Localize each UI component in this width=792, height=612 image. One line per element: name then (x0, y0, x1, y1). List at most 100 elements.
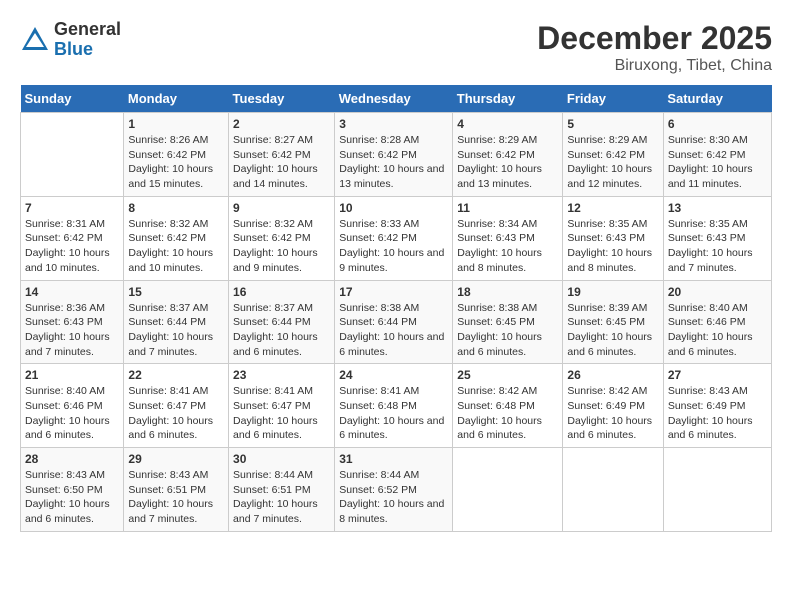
day-info: Sunrise: 8:41 AMSunset: 6:48 PMDaylight:… (339, 384, 448, 443)
day-number: 27 (668, 368, 767, 382)
calendar-cell: 29 Sunrise: 8:43 AMSunset: 6:51 PMDayligh… (124, 448, 229, 532)
calendar-cell: 17 Sunrise: 8:38 AMSunset: 6:44 PMDayligh… (335, 280, 453, 364)
calendar-week-row: 14 Sunrise: 8:36 AMSunset: 6:43 PMDayligh… (21, 280, 772, 364)
day-number: 25 (457, 368, 558, 382)
header-wednesday: Wednesday (335, 85, 453, 113)
calendar-cell (21, 113, 124, 197)
day-number: 22 (128, 368, 224, 382)
day-number: 30 (233, 452, 330, 466)
logo-general: General (54, 20, 121, 40)
day-number: 7 (25, 201, 119, 215)
day-info: Sunrise: 8:37 AMSunset: 6:44 PMDaylight:… (128, 301, 224, 360)
day-number: 12 (567, 201, 658, 215)
day-info: Sunrise: 8:28 AMSunset: 6:42 PMDaylight:… (339, 133, 448, 192)
day-info: Sunrise: 8:36 AMSunset: 6:43 PMDaylight:… (25, 301, 119, 360)
day-info: Sunrise: 8:38 AMSunset: 6:44 PMDaylight:… (339, 301, 448, 360)
calendar-cell: 8Sunrise: 8:32 AMSunset: 6:42 PMDaylight… (124, 196, 229, 280)
calendar-cell: 13Sunrise: 8:35 AMSunset: 6:43 PMDayligh… (663, 196, 771, 280)
calendar-week-row: 28 Sunrise: 8:43 AMSunset: 6:50 PMDayligh… (21, 448, 772, 532)
calendar-cell: 3 Sunrise: 8:28 AMSunset: 6:42 PMDaylight… (335, 113, 453, 197)
day-info: Sunrise: 8:39 AMSunset: 6:45 PMDaylight:… (567, 301, 658, 360)
day-info: Sunrise: 8:29 AMSunset: 6:42 PMDaylight:… (567, 133, 658, 192)
calendar-cell: 7 Sunrise: 8:31 AMSunset: 6:42 PMDaylight… (21, 196, 124, 280)
calendar-cell: 28 Sunrise: 8:43 AMSunset: 6:50 PMDayligh… (21, 448, 124, 532)
calendar-cell: 30 Sunrise: 8:44 AMSunset: 6:51 PMDayligh… (229, 448, 335, 532)
day-number: 26 (567, 368, 658, 382)
calendar-cell: 10 Sunrise: 8:33 AMSunset: 6:42 PMDayligh… (335, 196, 453, 280)
day-number: 10 (339, 201, 448, 215)
calendar-cell: 9 Sunrise: 8:32 AMSunset: 6:42 PMDaylight… (229, 196, 335, 280)
day-number: 31 (339, 452, 448, 466)
day-info: Sunrise: 8:43 AMSunset: 6:49 PMDaylight:… (668, 384, 767, 443)
day-number: 19 (567, 285, 658, 299)
calendar-cell: 4 Sunrise: 8:29 AMSunset: 6:42 PMDaylight… (453, 113, 563, 197)
day-number: 5 (567, 117, 658, 131)
day-info: Sunrise: 8:43 AMSunset: 6:51 PMDaylight:… (128, 468, 224, 527)
calendar-cell: 25 Sunrise: 8:42 AMSunset: 6:48 PMDayligh… (453, 364, 563, 448)
logo-blue: Blue (54, 40, 121, 60)
header-tuesday: Tuesday (229, 85, 335, 113)
day-info: Sunrise: 8:38 AMSunset: 6:45 PMDaylight:… (457, 301, 558, 360)
calendar-cell: 11 Sunrise: 8:34 AMSunset: 6:43 PMDayligh… (453, 196, 563, 280)
day-number: 28 (25, 452, 119, 466)
day-info: Sunrise: 8:35 AMSunset: 6:43 PMDaylight:… (567, 217, 658, 276)
calendar-cell: 24 Sunrise: 8:41 AMSunset: 6:48 PMDayligh… (335, 364, 453, 448)
day-info: Sunrise: 8:31 AMSunset: 6:42 PMDaylight:… (25, 217, 119, 276)
calendar-cell: 5 Sunrise: 8:29 AMSunset: 6:42 PMDaylight… (563, 113, 663, 197)
calendar-cell: 16Sunrise: 8:37 AMSunset: 6:44 PMDayligh… (229, 280, 335, 364)
day-info: Sunrise: 8:41 AMSunset: 6:47 PMDaylight:… (233, 384, 330, 443)
day-number: 4 (457, 117, 558, 131)
calendar-cell (663, 448, 771, 532)
day-number: 13 (668, 201, 767, 215)
calendar-cell: 19 Sunrise: 8:39 AMSunset: 6:45 PMDayligh… (563, 280, 663, 364)
logo-icon (20, 25, 50, 55)
header-saturday: Saturday (663, 85, 771, 113)
day-number: 1 (128, 117, 224, 131)
day-info: Sunrise: 8:44 AMSunset: 6:51 PMDaylight:… (233, 468, 330, 527)
day-number: 29 (128, 452, 224, 466)
calendar-cell (453, 448, 563, 532)
calendar-week-row: 21Sunrise: 8:40 AMSunset: 6:46 PMDayligh… (21, 364, 772, 448)
calendar-cell: 6 Sunrise: 8:30 AMSunset: 6:42 PMDaylight… (663, 113, 771, 197)
calendar-subtitle: Biruxong, Tibet, China (537, 57, 772, 75)
day-number: 11 (457, 201, 558, 215)
day-number: 3 (339, 117, 448, 131)
calendar-cell: 23 Sunrise: 8:41 AMSunset: 6:47 PMDayligh… (229, 364, 335, 448)
title-block: December 2025 Biruxong, Tibet, China (537, 20, 772, 75)
day-info: Sunrise: 8:44 AMSunset: 6:52 PMDaylight:… (339, 468, 448, 527)
day-number: 8 (128, 201, 224, 215)
day-info: Sunrise: 8:40 AMSunset: 6:46 PMDaylight:… (668, 301, 767, 360)
day-number: 15 (128, 285, 224, 299)
day-number: 9 (233, 201, 330, 215)
day-number: 2 (233, 117, 330, 131)
day-info: Sunrise: 8:26 AMSunset: 6:42 PMDaylight:… (128, 133, 224, 192)
day-number: 14 (25, 285, 119, 299)
calendar-cell: 15 Sunrise: 8:37 AMSunset: 6:44 PMDayligh… (124, 280, 229, 364)
logo-text: General Blue (54, 20, 121, 60)
day-info: Sunrise: 8:41 AMSunset: 6:47 PMDaylight:… (128, 384, 224, 443)
day-number: 6 (668, 117, 767, 131)
calendar-cell: 27 Sunrise: 8:43 AMSunset: 6:49 PMDayligh… (663, 364, 771, 448)
calendar-cell: 18 Sunrise: 8:38 AMSunset: 6:45 PMDayligh… (453, 280, 563, 364)
day-info: Sunrise: 8:29 AMSunset: 6:42 PMDaylight:… (457, 133, 558, 192)
day-info: Sunrise: 8:42 AMSunset: 6:48 PMDaylight:… (457, 384, 558, 443)
day-number: 20 (668, 285, 767, 299)
logo: General Blue (20, 20, 121, 60)
header-thursday: Thursday (453, 85, 563, 113)
day-number: 17 (339, 285, 448, 299)
calendar-cell: 14 Sunrise: 8:36 AMSunset: 6:43 PMDayligh… (21, 280, 124, 364)
day-info: Sunrise: 8:32 AMSunset: 6:42 PMDaylight:… (233, 217, 330, 276)
day-info: Sunrise: 8:33 AMSunset: 6:42 PMDaylight:… (339, 217, 448, 276)
day-number: 18 (457, 285, 558, 299)
day-number: 16 (233, 285, 330, 299)
calendar-table: SundayMondayTuesdayWednesdayThursdayFrid… (20, 85, 772, 532)
calendar-cell (563, 448, 663, 532)
day-info: Sunrise: 8:30 AMSunset: 6:42 PMDaylight:… (668, 133, 767, 192)
day-info: Sunrise: 8:40 AMSunset: 6:46 PMDaylight:… (25, 384, 119, 443)
header-monday: Monday (124, 85, 229, 113)
day-info: Sunrise: 8:43 AMSunset: 6:50 PMDaylight:… (25, 468, 119, 527)
day-number: 23 (233, 368, 330, 382)
page-header: General Blue December 2025 Biruxong, Tib… (20, 20, 772, 75)
day-info: Sunrise: 8:34 AMSunset: 6:43 PMDaylight:… (457, 217, 558, 276)
day-number: 24 (339, 368, 448, 382)
